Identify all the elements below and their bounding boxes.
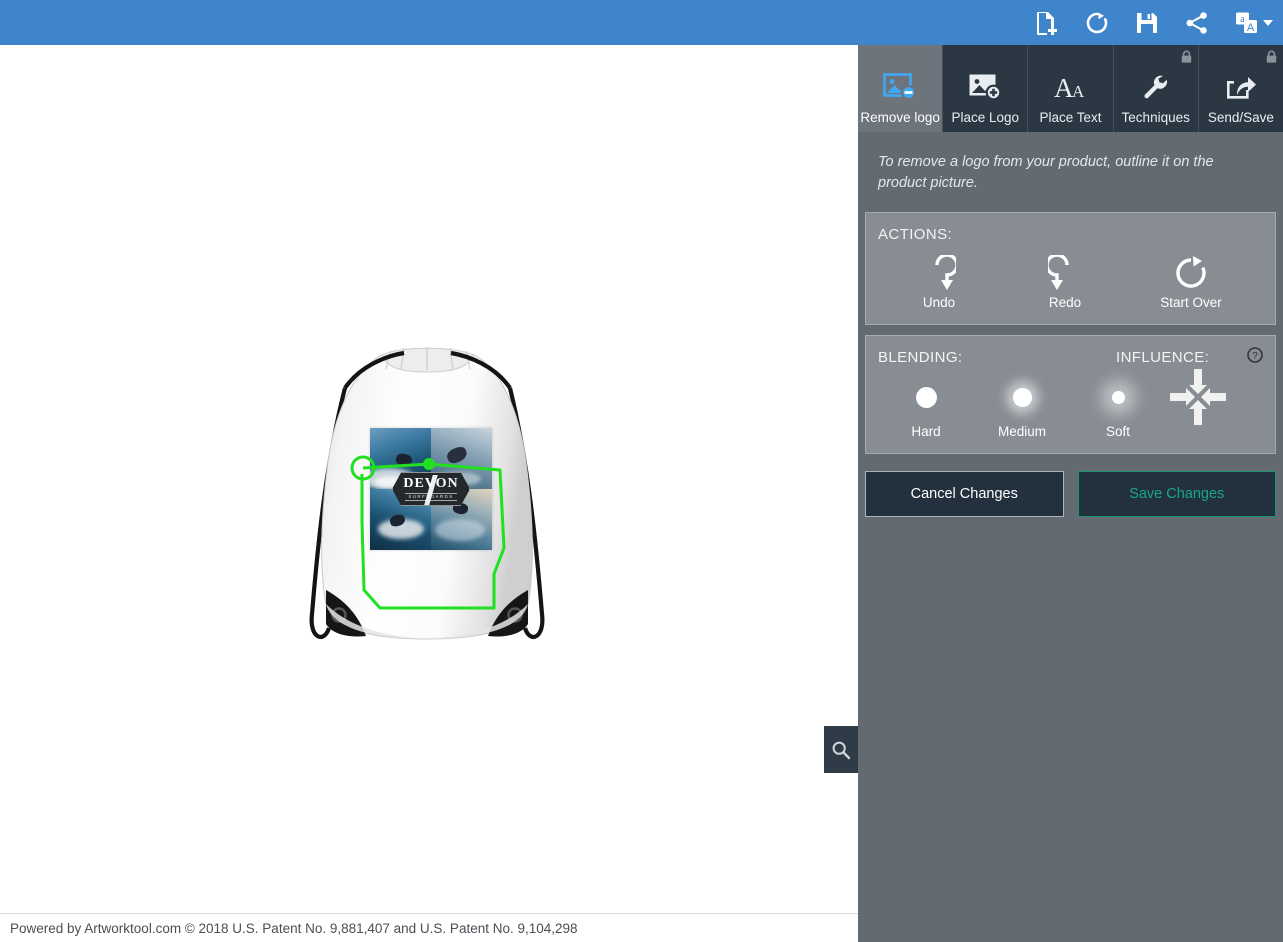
- undo-arrow-icon: [922, 249, 956, 291]
- start-over-button[interactable]: Start Over: [1158, 249, 1224, 310]
- magnifier-icon: [832, 741, 851, 759]
- actions-title: ACTIONS:: [878, 226, 953, 244]
- svg-text:A: A: [1247, 22, 1255, 34]
- tab-label-place-logo: Place Logo: [951, 109, 1020, 125]
- tab-label-send-save: Send/Save: [1207, 109, 1274, 125]
- top-toolbar: a A: [0, 0, 1283, 45]
- undo-label: Undo: [922, 295, 956, 311]
- tab-place-text[interactable]: A A Place Text: [1028, 45, 1114, 132]
- app-root: a A Powered by Artworktool.com © 2018 U.…: [0, 0, 1283, 942]
- text-aa-icon: A A: [1053, 69, 1089, 105]
- footer-bar: Powered by Artworktool.com © 2018 U.S. P…: [0, 913, 858, 942]
- svg-text:A: A: [1072, 82, 1085, 101]
- product-canvas[interactable]: DEVON SURFBOARDS: [0, 45, 858, 913]
- share-export-icon: [1225, 69, 1257, 105]
- blending-option-medium[interactable]: Medium: [996, 379, 1048, 439]
- tab-techniques[interactable]: Techniques: [1114, 45, 1199, 132]
- svg-text:?: ?: [1252, 351, 1258, 362]
- tab-remove-logo[interactable]: Remove logo: [858, 45, 944, 132]
- tab-label-remove-logo: Remove logo: [860, 109, 940, 125]
- redo-button[interactable]: Redo: [1032, 249, 1098, 310]
- tab-label-techniques: Techniques: [1121, 109, 1190, 125]
- footer-text: Powered by Artworktool.com © 2018 U.S. P…: [10, 920, 578, 936]
- tool-sidebar: Remove logo Place Logo A A Place Text Te…: [858, 45, 1283, 942]
- blending-label-soft: Soft: [1105, 424, 1130, 440]
- toolbar-icon-group: a A: [1034, 0, 1273, 45]
- image-remove-icon: [883, 69, 917, 105]
- refresh-icon[interactable]: [1084, 10, 1110, 36]
- lock-icon: [1266, 50, 1277, 63]
- blending-option-soft[interactable]: Soft: [1092, 379, 1144, 439]
- product-artwork: DEVON SURFBOARDS: [370, 428, 492, 550]
- blending-label-medium: Medium: [997, 424, 1046, 440]
- blending-option-hard[interactable]: Hard: [900, 379, 952, 439]
- tab-send-save[interactable]: Send/Save: [1199, 45, 1283, 132]
- tool-tab-bar: Remove logo Place Logo A A Place Text Te…: [858, 45, 1283, 132]
- image-add-icon: [968, 69, 1002, 105]
- redo-arrow-icon: [1048, 249, 1082, 291]
- share-icon[interactable]: [1184, 10, 1210, 36]
- wrench-icon: [1141, 69, 1171, 105]
- restart-circle-icon: [1174, 249, 1208, 291]
- lock-icon: [1181, 50, 1192, 63]
- blending-panel: BLENDING: INFLUENCE: ? Hard Medium Soft: [865, 335, 1276, 455]
- chevron-down-icon[interactable]: [1263, 19, 1273, 26]
- product-image[interactable]: DEVON SURFBOARDS: [282, 342, 572, 662]
- zoom-tool-button[interactable]: [824, 726, 858, 773]
- soft-dot-icon: [1111, 379, 1125, 415]
- svg-text:A: A: [1054, 73, 1074, 101]
- influence-control[interactable]: [1165, 364, 1231, 430]
- converging-arrows-icon: [1170, 369, 1226, 426]
- brand-badge: DEVON SURFBOARDS: [392, 472, 470, 506]
- blending-label-hard: Hard: [911, 424, 941, 440]
- actions-row: Undo Redo Start Over: [866, 249, 1275, 310]
- cancel-changes-button[interactable]: Cancel Changes: [865, 471, 1064, 518]
- new-image-icon[interactable]: [1034, 10, 1060, 36]
- tab-place-logo[interactable]: Place Logo: [943, 45, 1029, 132]
- start-over-label: Start Over: [1160, 295, 1222, 311]
- undo-button[interactable]: Undo: [906, 249, 972, 310]
- save-changes-label: Save Changes: [1129, 486, 1225, 503]
- instruction-text: To remove a logo from your product, outl…: [878, 154, 1214, 192]
- help-question-icon[interactable]: ?: [1247, 347, 1263, 368]
- hard-dot-icon: [915, 379, 937, 415]
- cancel-changes-label: Cancel Changes: [910, 486, 1018, 503]
- save-icon[interactable]: [1134, 10, 1160, 36]
- tab-label-place-text: Place Text: [1039, 109, 1102, 125]
- medium-dot-icon: [1012, 379, 1032, 415]
- action-button-row: Cancel Changes Save Changes: [865, 471, 1276, 518]
- actions-panel: ACTIONS: Undo Redo Start Over: [865, 212, 1276, 326]
- save-changes-button[interactable]: Save Changes: [1077, 471, 1276, 518]
- redo-label: Redo: [1048, 295, 1082, 311]
- language-selector[interactable]: a A: [1234, 10, 1273, 36]
- translate-icon[interactable]: a A: [1234, 10, 1260, 36]
